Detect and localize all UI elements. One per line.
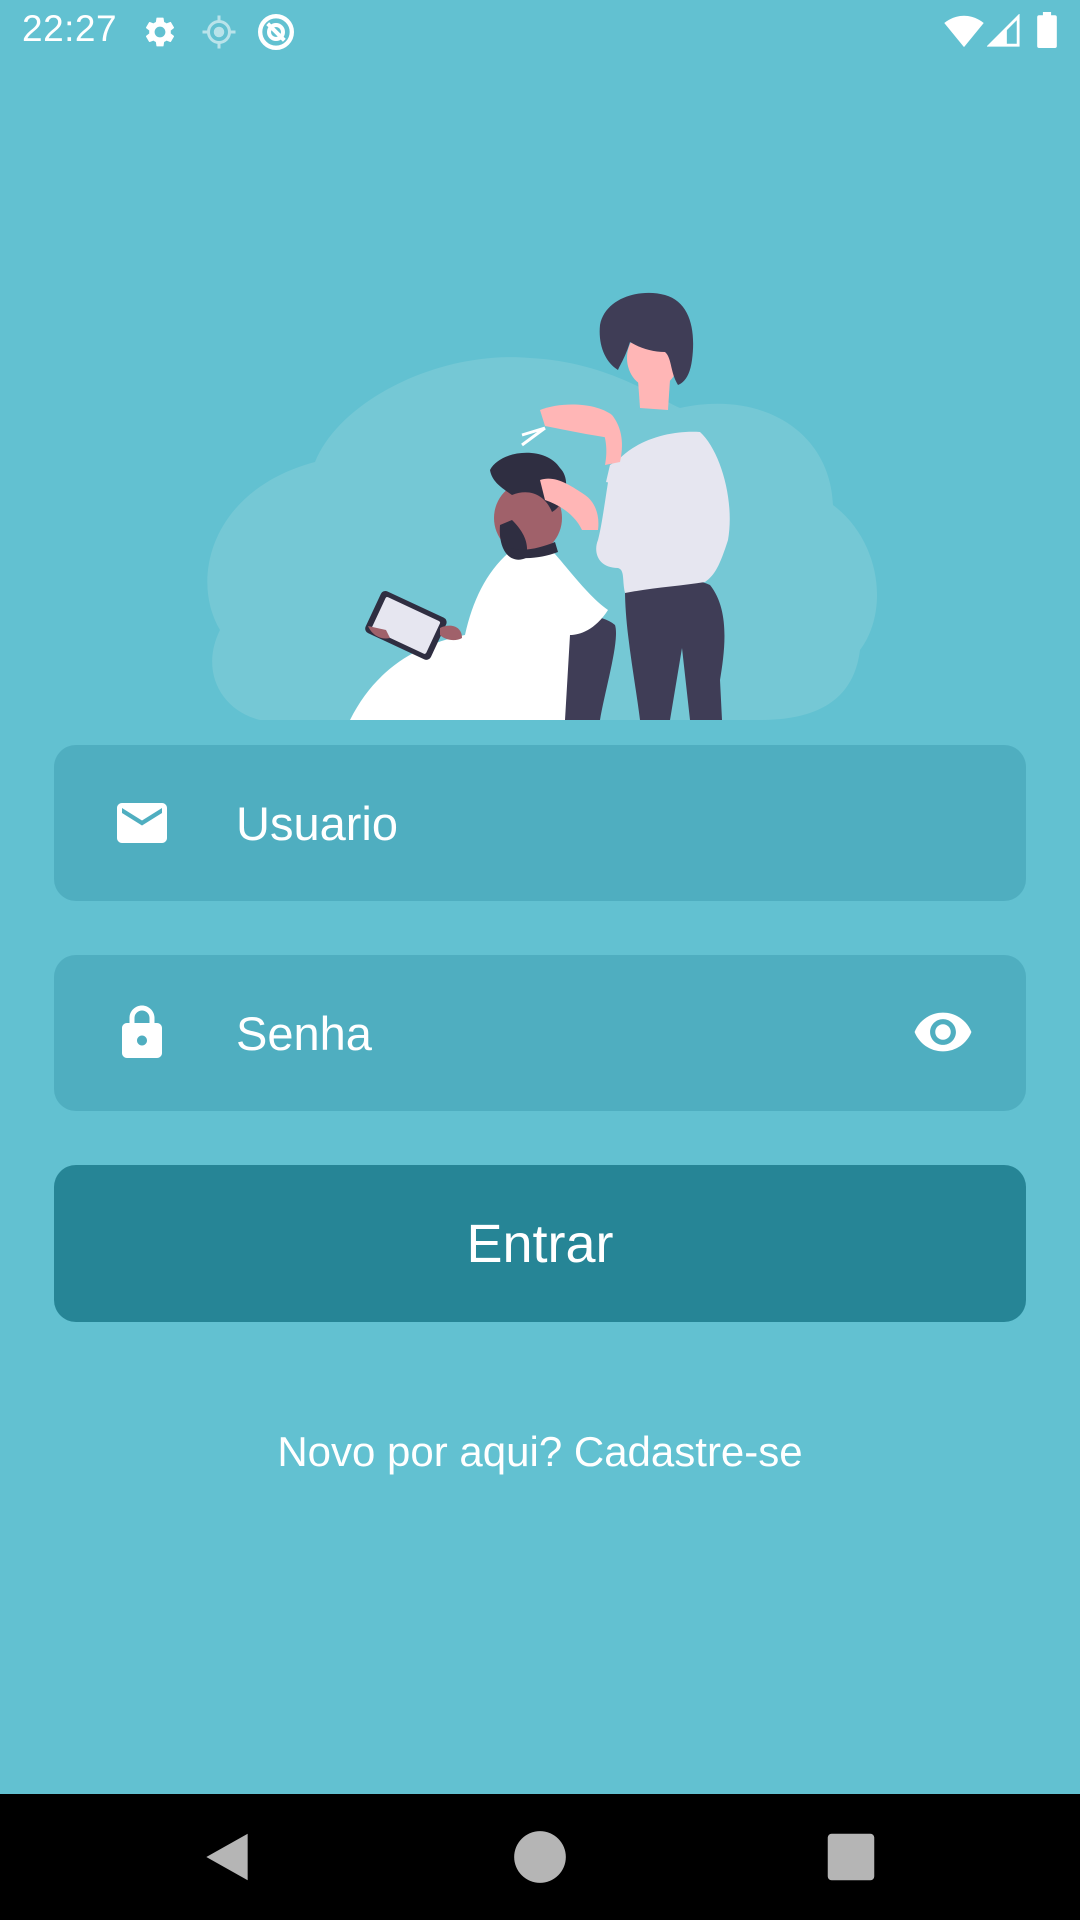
signal-icon	[986, 13, 1021, 53]
battery-icon	[1036, 12, 1058, 53]
sync-icon	[256, 12, 296, 57]
eye-icon[interactable]	[910, 1001, 976, 1063]
login-button[interactable]: Entrar	[54, 1165, 1026, 1322]
status-bar: 22:27	[0, 0, 1080, 62]
email-icon	[112, 793, 172, 853]
lock-icon	[112, 1003, 172, 1063]
home-icon[interactable]	[509, 1826, 571, 1888]
barber-illustration	[200, 290, 880, 720]
settings-icon	[142, 14, 178, 55]
location-icon	[201, 14, 237, 55]
navigation-bar	[0, 1794, 1080, 1920]
password-field[interactable]	[54, 955, 1026, 1111]
recents-icon[interactable]	[820, 1826, 882, 1888]
username-input[interactable]	[236, 745, 936, 901]
password-input[interactable]	[236, 955, 796, 1111]
status-time: 22:27	[22, 8, 118, 49]
username-field[interactable]	[54, 745, 1026, 901]
back-icon[interactable]	[196, 1826, 258, 1888]
wifi-icon	[943, 14, 985, 53]
signup-link[interactable]: Novo por aqui? Cadastre-se	[0, 1428, 1080, 1476]
